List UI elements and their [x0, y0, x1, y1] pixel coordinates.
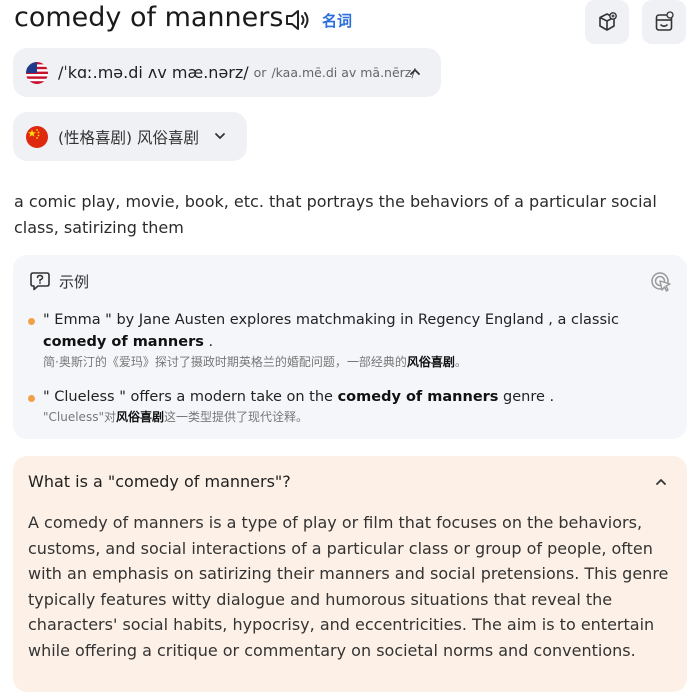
- examples-header: 示例: [29, 270, 89, 292]
- or-label: or: [253, 65, 267, 80]
- dictionary-icon: [655, 11, 674, 31]
- example-item: " Clueless " offers a modern take on the…: [28, 386, 668, 427]
- respelling-text: /kaa.mē.di av mā.nērz/: [271, 65, 416, 80]
- dictionary-button[interactable]: [642, 0, 686, 44]
- header: comedy of manners 名词: [14, 0, 690, 44]
- us-flag-icon: [26, 61, 48, 84]
- example-chinese: "Clueless"对风俗喜剧这一类型提供了现代诠释。: [43, 410, 308, 424]
- faq-answer: A comedy of manners is a type of play or…: [28, 513, 669, 660]
- keyword-highlight: comedy of manners: [337, 389, 499, 405]
- faq-card: What is a "comedy of manners"? A comedy …: [13, 456, 687, 692]
- chevron-up-icon[interactable]: [654, 475, 668, 489]
- faq-question[interactable]: What is a "comedy of manners"?: [28, 472, 291, 491]
- definition: a comic play, movie, book, etc. that por…: [14, 192, 657, 237]
- keyword-highlight-zh: 风俗喜剧: [406, 355, 455, 369]
- translation-cn[interactable]: (性格喜剧) 风俗喜剧: [13, 112, 247, 161]
- chinese-translation: (性格喜剧) 风俗喜剧: [58, 128, 200, 147]
- add-to-wordbook-button[interactable]: [585, 0, 629, 44]
- chevron-down-icon[interactable]: [213, 129, 227, 143]
- chevron-up-icon[interactable]: [408, 65, 422, 79]
- examples-title: 示例: [59, 272, 90, 291]
- keyword-highlight-zh: 风俗喜剧: [115, 410, 164, 424]
- china-flag-icon: [26, 125, 48, 148]
- examples-card: 示例 " Emma " by Jane Austen explores matc…: [13, 255, 687, 439]
- headword: comedy of manners: [14, 2, 284, 33]
- ipa-text: /ˈkɑː.mə.di ʌv mæ.nərz/: [58, 63, 249, 82]
- bullet-icon: [28, 395, 35, 402]
- speaker-icon[interactable]: [284, 8, 312, 32]
- question-bubble-icon: [30, 272, 50, 291]
- example-english: " Emma " by Jane Austen explores matchma…: [43, 312, 620, 350]
- bullet-icon: [28, 318, 35, 325]
- example-chinese: 简·奥斯汀的《爱玛》探讨了摄政时期英格兰的婚配问题，一部经典的风俗喜剧。: [43, 355, 467, 369]
- example-english: " Clueless " offers a modern take on the…: [43, 389, 555, 405]
- package-add-icon: [599, 12, 617, 31]
- example-item: " Emma " by Jane Austen explores matchma…: [28, 309, 668, 372]
- keyword-highlight: comedy of manners: [43, 334, 204, 350]
- tap-gesture-icon[interactable]: [649, 270, 673, 294]
- pronunciation-us[interactable]: /ˈkɑː.mə.di ʌv mæ.nərz/ or /kaa.mē.di av…: [13, 48, 441, 97]
- part-of-speech: 名词: [322, 12, 353, 30]
